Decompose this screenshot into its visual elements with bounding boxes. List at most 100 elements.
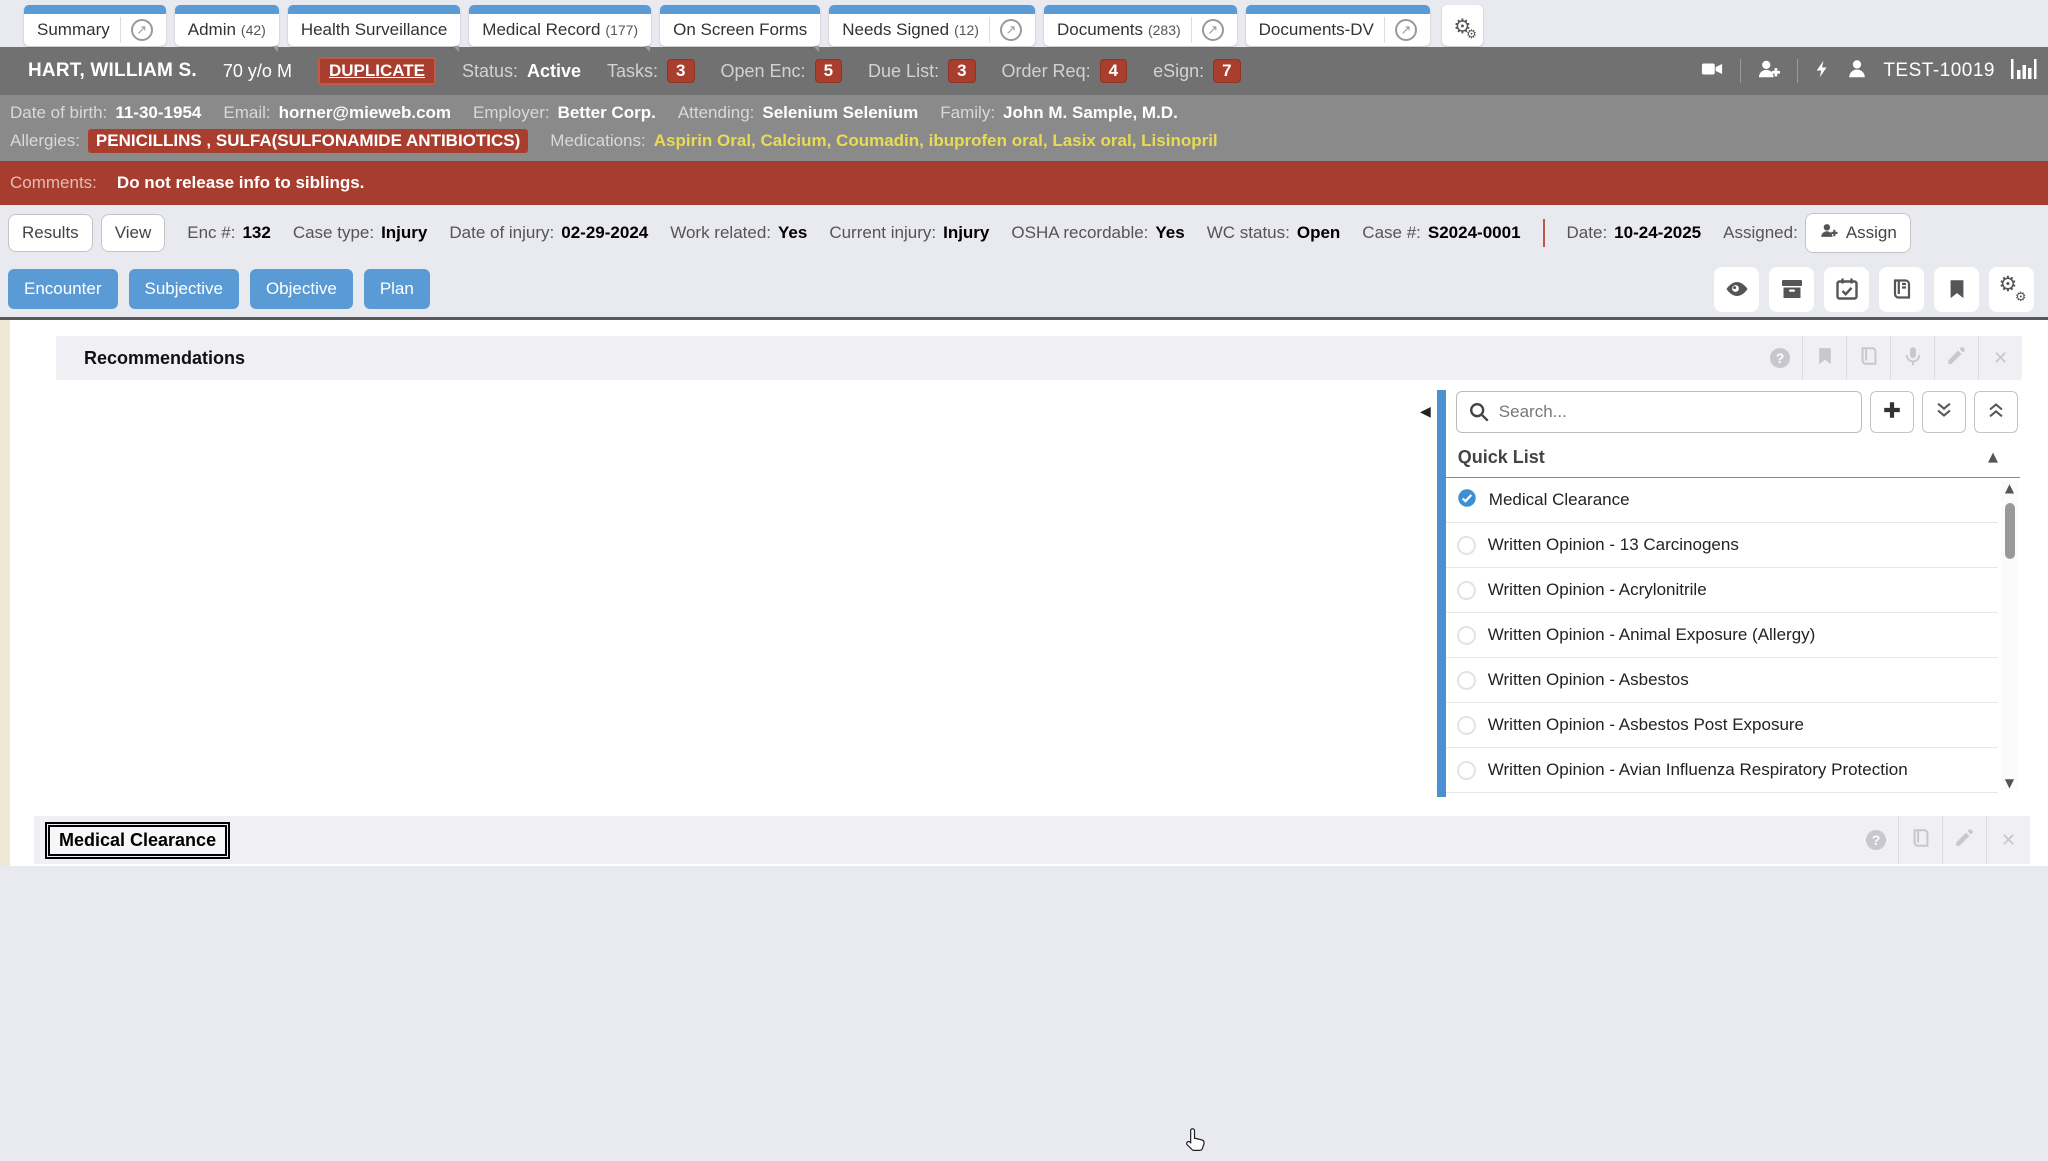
list-item[interactable]: Written Opinion - Animal Exposure (Aller… [1446, 613, 1998, 658]
list-item[interactable]: Written Opinion - 13 Carcinogens [1446, 523, 1998, 568]
tab-on-screen-forms[interactable]: On Screen Forms [660, 5, 820, 46]
search-input[interactable] [1456, 391, 1862, 433]
video-camera-icon[interactable] [1699, 58, 1725, 85]
work-related-field: Work related: Yes [670, 223, 807, 243]
flowsheet-chart-icon[interactable] [2010, 57, 2038, 86]
current-injury-field: Current injury: Injury [829, 223, 989, 243]
bookmark-button[interactable] [1934, 267, 1979, 312]
scroll-down-icon[interactable]: ▼ [2005, 776, 2014, 790]
help-button[interactable]: ? [1758, 336, 1802, 380]
calendar-check-icon [1835, 277, 1859, 301]
scrollbar-thumb[interactable] [2005, 503, 2015, 559]
tab-label: Summary [37, 20, 110, 40]
encounter-button[interactable]: Encounter [8, 269, 118, 309]
chart-book-button[interactable] [1879, 267, 1924, 312]
tab-medical-record[interactable]: Medical Record (177) [469, 5, 651, 46]
date-of-injury-field: Date of injury: 02-29-2024 [449, 223, 648, 243]
section-toolbar: ? ✕ [1854, 816, 2030, 864]
external-link-icon[interactable]: ↗ [989, 17, 1022, 43]
open-enc-badge[interactable]: 5 [815, 59, 842, 83]
tab-count: (177) [605, 22, 638, 38]
panel-body: Quick List ▲ Medical Clearance Writte [1446, 390, 2020, 797]
due-list-badge[interactable]: 3 [948, 59, 975, 83]
quick-list-header[interactable]: Quick List ▲ [1446, 439, 2020, 478]
help-icon: ? [1770, 348, 1790, 368]
encounter-content: Recommendations ? ✕ [0, 317, 2048, 866]
list-item[interactable]: Written Opinion - Avian Influenza Respir… [1446, 748, 1998, 793]
tab-health-surveillance[interactable]: Health Surveillance [288, 5, 460, 46]
external-link-icon[interactable]: ↗ [1191, 17, 1224, 43]
add-item-button[interactable] [1870, 391, 1914, 433]
results-button[interactable]: Results [8, 214, 93, 252]
medications-value[interactable]: Aspirin Oral, Calcium, Coumadin, ibuprof… [654, 131, 1218, 151]
archive-button[interactable] [1769, 267, 1814, 312]
edit-button[interactable] [1942, 816, 1986, 864]
view-button[interactable]: View [101, 214, 166, 252]
panel-accent-bar[interactable] [1437, 390, 1446, 797]
scroll-up-icon[interactable]: ▲ [2005, 481, 2014, 495]
tab-settings-button[interactable]: ⚙ ⚙ [1442, 5, 1483, 46]
nav-toolbar: ⚙⚙ [1714, 267, 2034, 312]
allergies-value[interactable]: PENICILLINS , SULFA(SULFONAMIDE ANTIBIOT… [88, 129, 528, 153]
date-field: Date: 10-24-2025 [1567, 223, 1702, 243]
list-scrollbar[interactable]: ▲ ▼ [2001, 481, 2018, 790]
list-item-medical-clearance[interactable]: Medical Clearance [1446, 478, 1998, 523]
employer-value: Better Corp. [558, 103, 656, 123]
dictate-button[interactable] [1890, 336, 1934, 380]
unchecked-circle-icon [1457, 626, 1476, 645]
tab-needs-signed[interactable]: Needs Signed (12) ↗ [829, 5, 1035, 46]
unchecked-circle-icon [1457, 761, 1476, 780]
close-button[interactable]: ✕ [1978, 336, 2022, 380]
section-toolbar: ? ✕ [1758, 336, 2022, 380]
add-person-icon[interactable] [1756, 58, 1782, 85]
tab-count: (42) [241, 22, 266, 38]
tab-label: Documents-DV [1259, 20, 1374, 40]
calendar-button[interactable] [1824, 267, 1869, 312]
collapse-panel-icon[interactable]: ◀ [1420, 404, 1431, 797]
patient-age-sex: 70 y/o M [223, 61, 292, 82]
external-link-icon[interactable]: ↗ [1384, 17, 1417, 43]
collapse-section-icon[interactable]: ▲ [1988, 450, 1998, 465]
panel-search-row [1446, 390, 2020, 439]
preview-button[interactable] [1714, 267, 1759, 312]
checked-circle-icon [1457, 488, 1477, 513]
tab-documents-dv[interactable]: Documents-DV ↗ [1246, 5, 1430, 46]
tab-admin[interactable]: Admin (42) [175, 5, 279, 46]
list-item[interactable]: Written Opinion - Acrylonitrile [1446, 568, 1998, 613]
tab-label: Admin [188, 20, 236, 40]
mouse-cursor [1182, 1126, 1210, 1161]
enc-field: Enc #: 132 [187, 223, 271, 243]
tasks-badge[interactable]: 3 [667, 59, 694, 83]
demographics-bar: Date of birth: 11-30-1954 Email: horner@… [0, 95, 2048, 161]
book-button[interactable] [1846, 336, 1890, 380]
collapse-all-button[interactable] [1974, 391, 2018, 433]
order-req-field: Order Req: 4 [1002, 59, 1128, 83]
subjective-button[interactable]: Subjective [129, 269, 239, 309]
expand-all-button[interactable] [1922, 391, 1966, 433]
order-req-badge[interactable]: 4 [1100, 59, 1127, 83]
tab-documents[interactable]: Documents (283) ↗ [1044, 5, 1237, 46]
lightning-icon[interactable] [1813, 57, 1831, 86]
external-link-icon[interactable]: ↗ [120, 17, 153, 43]
objective-button[interactable]: Objective [250, 269, 353, 309]
list-item[interactable]: Written Opinion - Asbestos [1446, 658, 1998, 703]
case-number-field: Case #: S2024-0001 [1362, 223, 1520, 243]
gears-icon: ⚙ [1466, 28, 1477, 40]
add-person-icon [1819, 222, 1839, 244]
medical-clearance-title[interactable]: Medical Clearance [48, 825, 227, 856]
pencil-icon [1954, 827, 1975, 853]
plan-button[interactable]: Plan [364, 269, 430, 309]
edit-button[interactable] [1934, 336, 1978, 380]
settings-button[interactable]: ⚙⚙ [1989, 267, 2034, 312]
esign-badge[interactable]: 7 [1213, 59, 1240, 83]
duplicate-flag[interactable]: DUPLICATE [318, 57, 436, 85]
assign-button[interactable]: Assign [1805, 213, 1911, 253]
help-button[interactable]: ? [1854, 816, 1898, 864]
bookmark-button[interactable] [1802, 336, 1846, 380]
list-item[interactable]: Written Opinion - Asbestos Post Exposure [1446, 703, 1998, 748]
person-icon[interactable] [1846, 58, 1868, 85]
book-button[interactable] [1898, 816, 1942, 864]
tab-summary[interactable]: Summary ↗ [24, 5, 166, 46]
tab-label: Medical Record [482, 20, 600, 40]
close-button[interactable]: ✕ [1986, 816, 2030, 864]
